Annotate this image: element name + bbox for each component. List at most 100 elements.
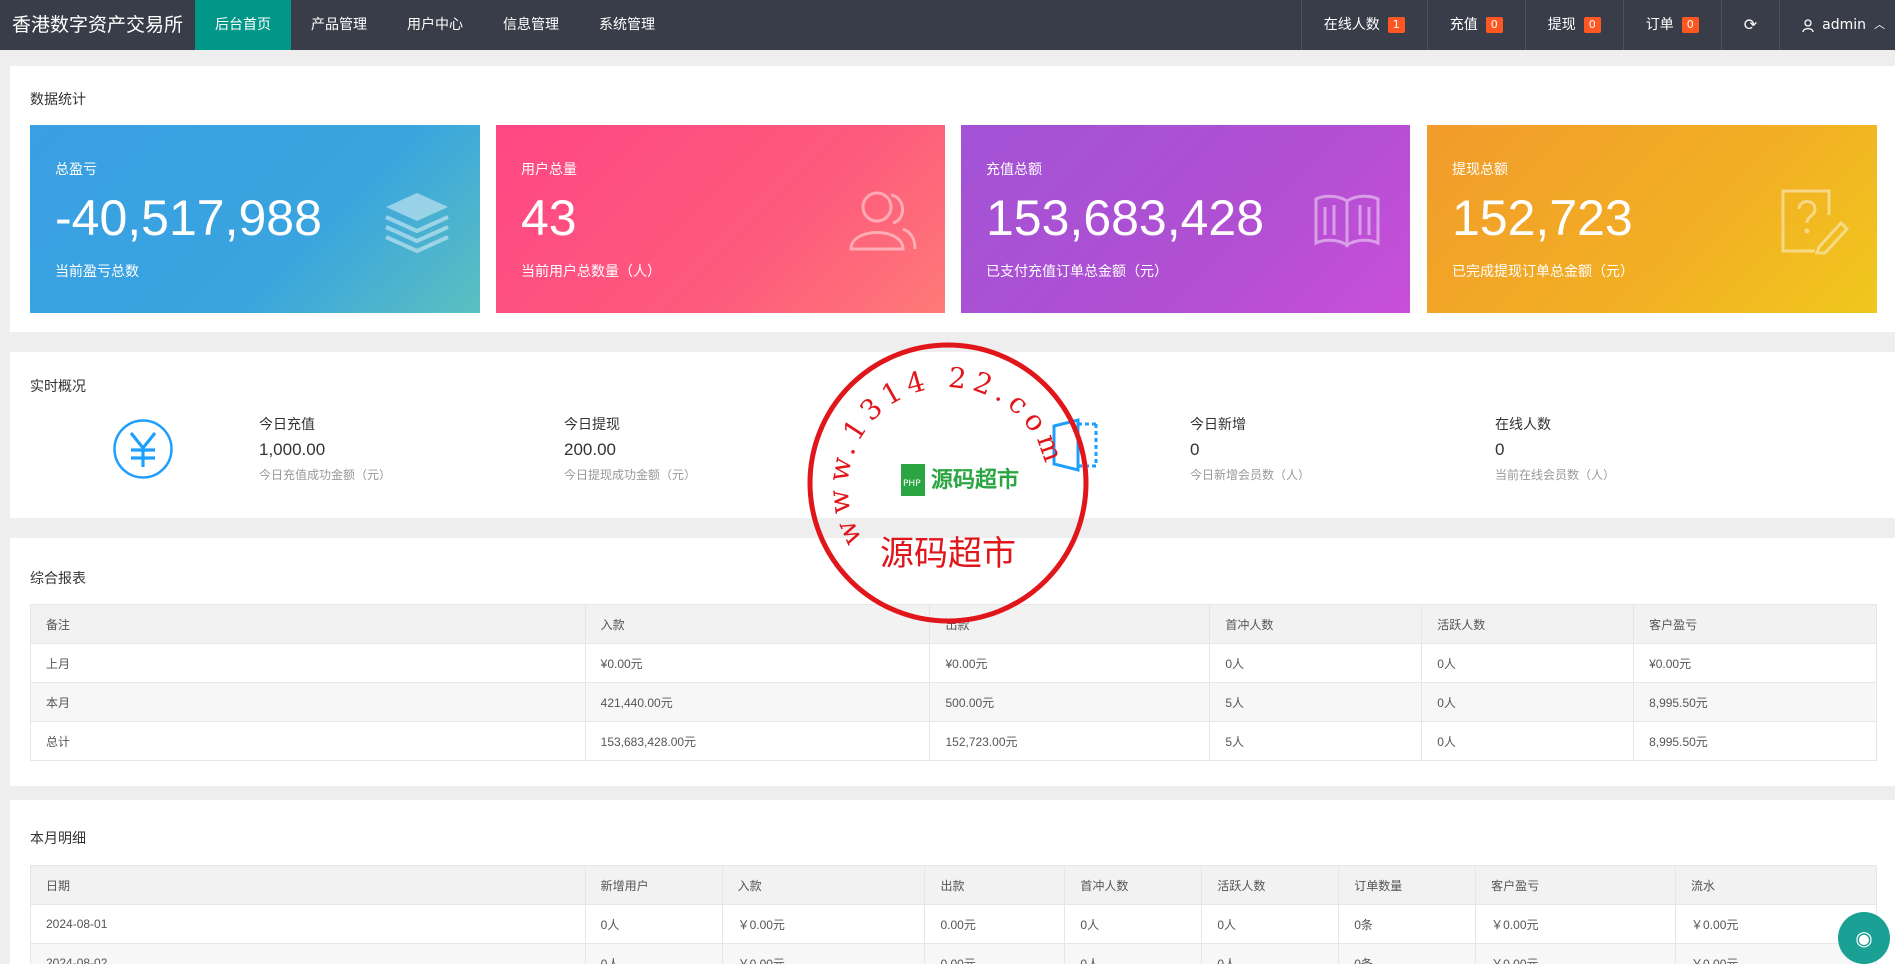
stat-card-recharge: 充值总额 153,683,428 已支付充值订单总金额（元） [961,125,1410,313]
card-desc: 已支付充值订单总金额（元） [986,264,1168,280]
stat-card-withdraw: 提现总额 152,723 已完成提现订单总金额（元） [1427,125,1877,313]
table-cell: ￥0.00元 [1475,943,1677,964]
table-cell: 0.00元 [924,904,1066,944]
realtime-today-new: 今日新增 0 今日新增会员数（人） [1190,414,1310,483]
nav-info[interactable]: 信息管理 [483,0,579,50]
recharge-badge: 0 [1485,17,1503,33]
rt-desc: 今日充值成功金额（元） [259,468,392,482]
col-first-recharge: 首冲人数 [1209,604,1423,644]
rt-value: 1,000.00 [259,440,326,459]
yuan-icon [113,419,173,479]
user-menu[interactable]: admin ︿ [1779,0,1895,50]
rt-title: 今日充值 [259,417,315,433]
table-cell: 0条 [1338,943,1477,964]
rt-value: 0 [1495,440,1505,459]
card-desc: 当前用户总数量（人） [521,264,661,280]
col-customer-profit: 客户盈亏 [1633,604,1877,644]
chevron-up-icon: ︿ [1874,18,1885,31]
table-cell: 0人 [584,904,723,944]
recharge-link[interactable]: 充值 0 [1426,0,1525,50]
monthly-table: 日期 新增用户 入款 出款 首冲人数 活跃人数 订单数量 客户盈亏 流水 202… [30,865,1877,964]
table-cell: 本月 [30,682,586,722]
nav-system[interactable]: 系统管理 [579,0,675,50]
col-customer-profit: 客户盈亏 [1475,865,1677,905]
online-users-label: 在线人数 [1323,17,1380,33]
card-title: 用户总量 [521,162,577,178]
col-remark: 备注 [30,604,586,644]
col-active: 活跃人数 [1201,865,1340,905]
rt-desc: 今日新增会员数（人） [1190,468,1311,482]
table-cell: 8,995.50元 [1633,682,1877,722]
table-cell: 总计 [30,721,586,761]
online-users-badge: 1 [1387,17,1405,33]
edit-question-icon [1781,189,1849,255]
table-row: 2024-08-02 0人 ￥0.00元 0.00元 0人 0人 0条 ￥0.0… [30,943,1877,964]
table-cell: 0人 [1421,643,1635,683]
col-new-users: 新增用户 [584,865,723,905]
nav-products[interactable]: 产品管理 [291,0,387,50]
col-income: 入款 [584,604,931,644]
table-cell: 0人 [584,943,723,964]
rt-title: 今日提现 [564,417,620,433]
book-icon [1314,194,1380,248]
rt-value: 0 [1190,440,1200,459]
table-cell: ￥0.00元 [1475,904,1677,944]
table-cell: 5人 [1209,721,1423,761]
stat-card-users: 用户总量 43 当前用户总数量（人） [496,125,945,313]
col-date: 日期 [30,865,586,905]
table-cell: 0人 [1064,943,1203,964]
table-cell: 0条 [1338,904,1477,944]
table-cell: 5人 [1209,682,1423,722]
rt-title: 今日新增 [1190,417,1246,433]
table-cell: 0人 [1421,682,1635,722]
withdraw-link[interactable]: 提现 0 [1524,0,1623,50]
col-orders: 订单数量 [1338,865,1477,905]
card-title: 总盈亏 [55,162,97,178]
floating-sound-button[interactable]: ◉ [1838,912,1890,964]
table-cell: 421,440.00元 [584,682,931,722]
top-header: 香港数字资产交易所 后台首页 产品管理 用户中心 信息管理 系统管理 在线人数 … [0,0,1895,50]
table-cell: 2024-08-01 [30,904,586,944]
table-cell: 0人 [1201,904,1340,944]
refresh-button[interactable]: ⟳ [1720,0,1779,50]
table-cell: 0人 [1201,943,1340,964]
withdraw-badge: 0 [1583,17,1601,33]
rt-title: 在线人数 [1495,417,1551,433]
rt-desc: 今日提现成功金额（元） [564,468,697,482]
table-row: 上月 ¥0.00元 ¥0.00元 0人 0人 ¥0.00元 [30,643,1877,683]
col-turnover: 流水 [1675,865,1877,905]
table-header-row: 备注 入款 出款 首冲人数 活跃人数 客户盈亏 [30,604,1877,644]
table-cell: 152,723.00元 [929,721,1211,761]
card-title: 提现总额 [1452,162,1508,178]
monthly-title: 本月明细 [30,831,86,847]
table-cell: 8,995.50元 [1633,721,1877,761]
card-title: 充值总额 [986,162,1042,178]
col-income: 入款 [721,865,926,905]
nav-home[interactable]: 后台首页 [195,0,291,50]
user-icon [1802,18,1814,32]
sound-icon: ◉ [1855,926,1873,950]
table-cell: ¥0.00元 [584,643,931,683]
order-badge: 0 [1681,17,1699,33]
online-users-link[interactable]: 在线人数 1 [1300,0,1427,50]
rt-value: 200.00 [564,440,616,459]
table-cell: 500.00元 [929,682,1211,722]
layers-icon [385,193,449,254]
rt-desc: 当前在线会员数（人） [1495,468,1616,482]
withdraw-label: 提现 [1547,17,1576,33]
table-row: 2024-08-01 0人 ￥0.00元 0.00元 0人 0人 0条 ￥0.0… [30,904,1877,944]
right-nav: 在线人数 1 充值 0 提现 0 订单 0 ⟳ admin ︿ [1300,0,1895,50]
realtime-today-withdraw: 今日提现 200.00 今日提现成功金额（元） [564,414,696,483]
table-cell: 0人 [1064,904,1203,944]
table-header-row: 日期 新增用户 入款 出款 首冲人数 活跃人数 订单数量 客户盈亏 流水 [30,865,1877,905]
table-row: 总计 153,683,428.00元 152,723.00元 5人 0人 8,9… [30,721,1877,761]
report-table: 备注 入款 出款 首冲人数 活跃人数 客户盈亏 上月 ¥0.00元 ¥0.00元… [30,604,1877,761]
table-cell: ￥0.00元 [721,943,926,964]
door-icon [1052,418,1098,472]
card-value: 152,723 [1452,190,1633,246]
col-active: 活跃人数 [1421,604,1635,644]
nav-users[interactable]: 用户中心 [387,0,483,50]
table-cell: ￥0.00元 [721,904,926,944]
refresh-icon: ⟳ [1743,15,1758,34]
order-link[interactable]: 订单 0 [1622,0,1721,50]
